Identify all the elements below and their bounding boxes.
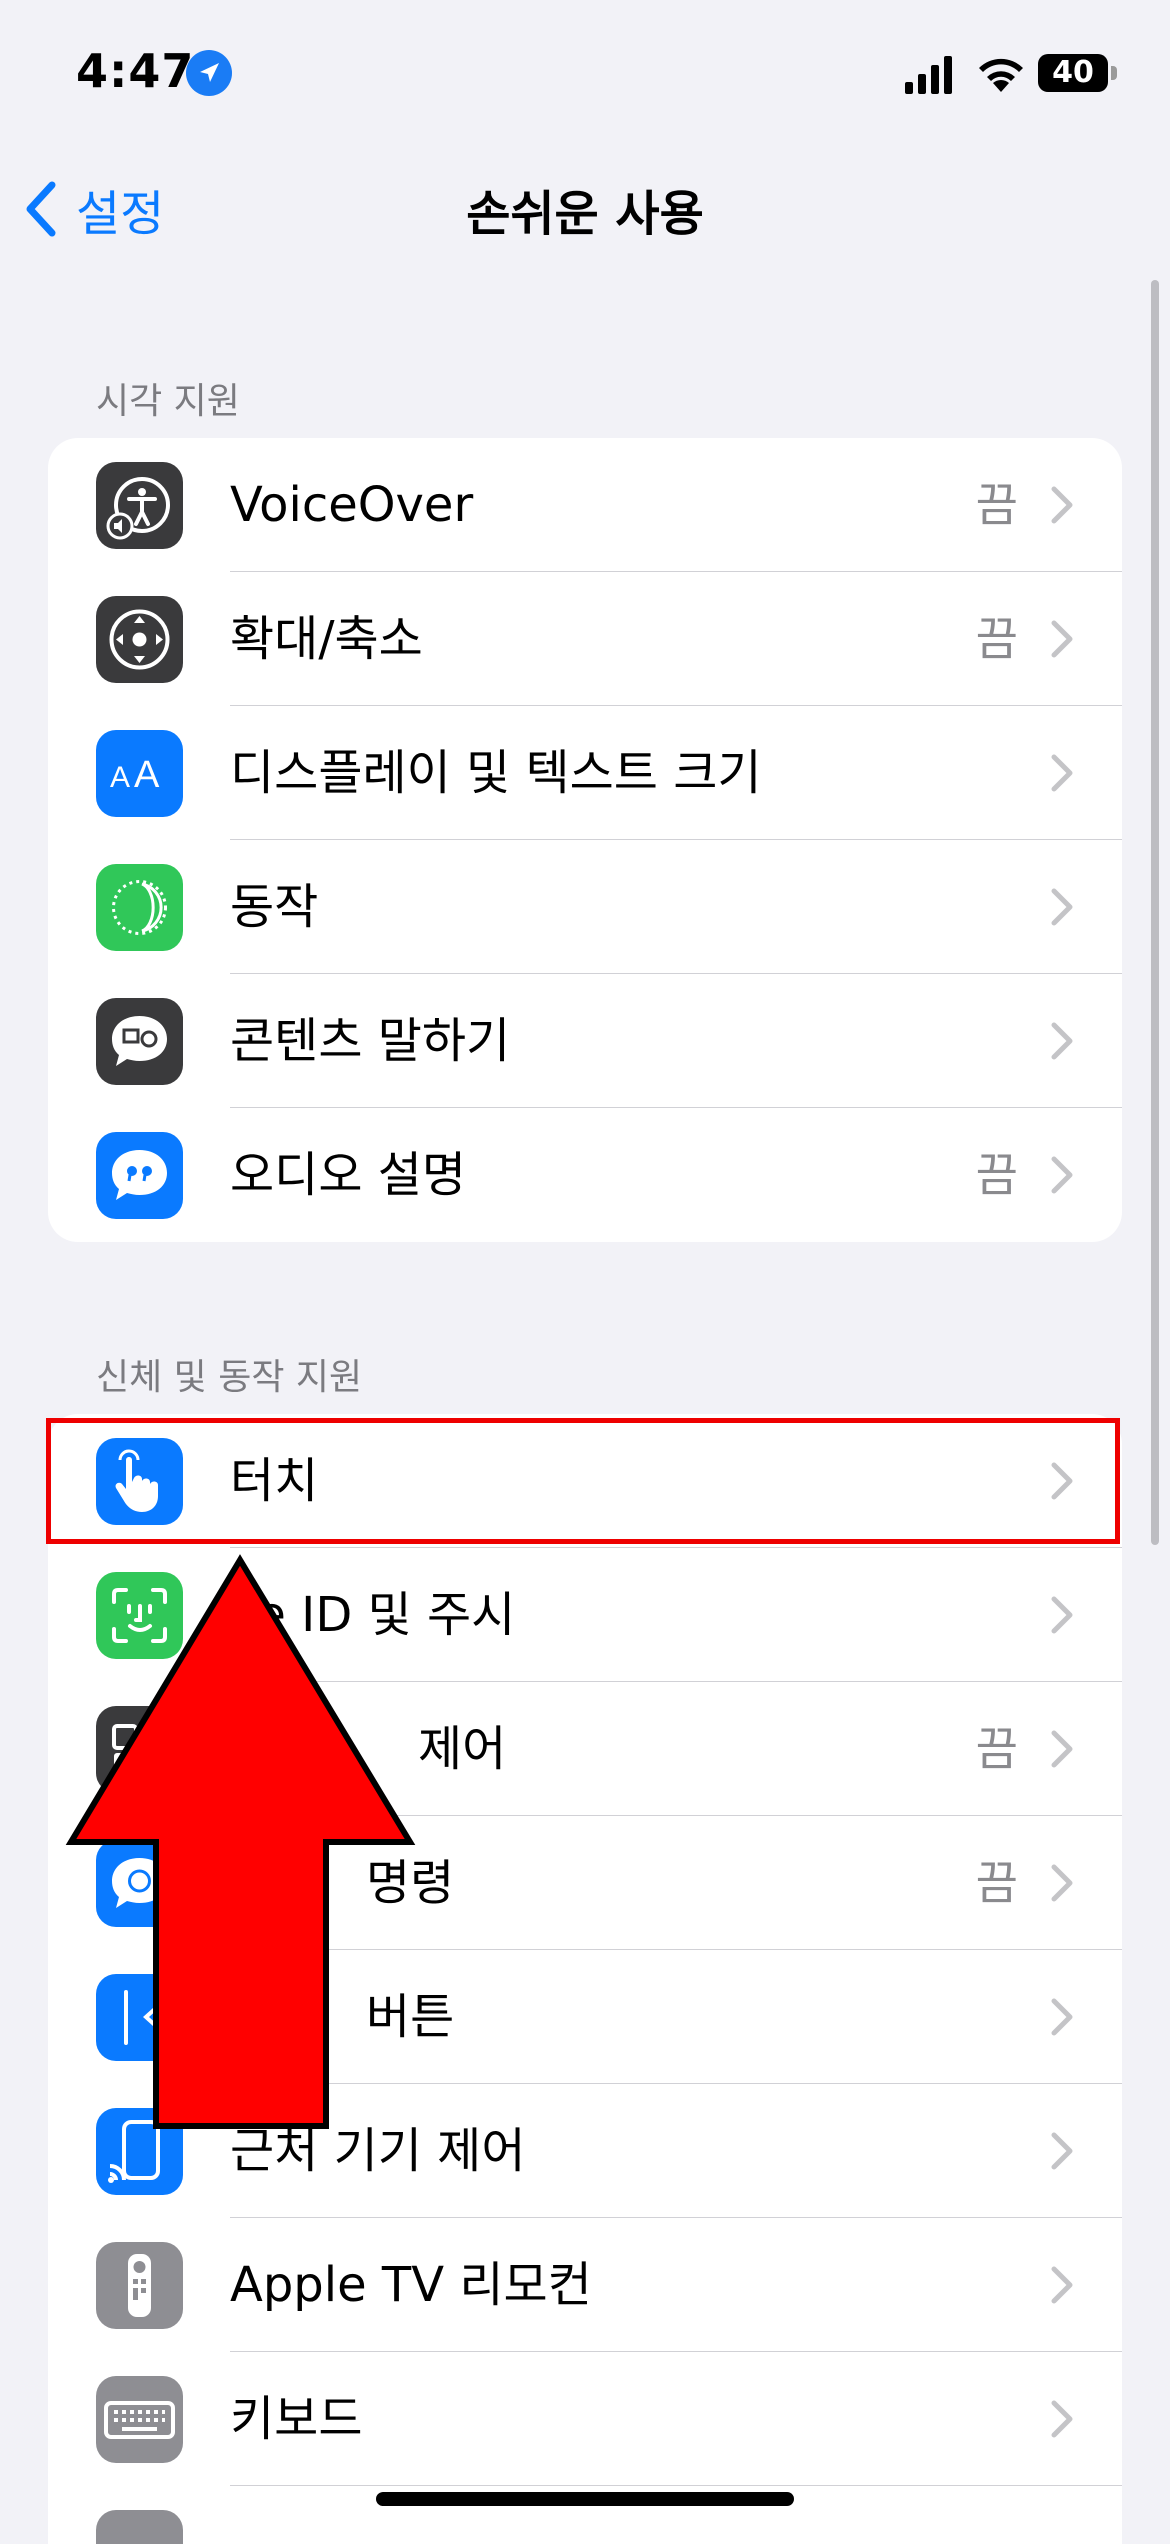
row-keyboard[interactable]: 키보드 (48, 2352, 1122, 2486)
row-value: 끔 (975, 1856, 1018, 1910)
chevron-right-icon (1051, 2132, 1073, 2170)
chevron-right-icon (1051, 1022, 1073, 1060)
home-indicator[interactable] (376, 2492, 794, 2506)
page-title: 손쉬운 사용 (466, 186, 704, 242)
chevron-right-icon (1051, 1462, 1073, 1500)
row-value: 끔 (975, 612, 1018, 666)
motion-icon (96, 864, 183, 951)
status-bar: 4:47 40 (0, 0, 1170, 150)
row-side-button[interactable]: 버튼 (48, 1950, 1122, 2084)
row-apple-tv-remote[interactable]: Apple TV 리모컨 (48, 2218, 1122, 2352)
row-voice-control[interactable]: 명령 끔 (48, 1816, 1122, 1950)
battery-icon: 40 (1038, 54, 1108, 92)
wifi-icon (979, 58, 1023, 92)
audio-description-icon (96, 1132, 183, 1219)
section-header-vision: 시각 지원 (96, 381, 240, 422)
row-label: 명령 (366, 1855, 455, 1911)
side-button-icon (96, 1974, 183, 2061)
row-label: 터치 (230, 1453, 319, 1509)
spoken-content-icon (96, 998, 183, 1085)
settings-group-vision: VoiceOver 끔 확대/축소 끔 A A 디스플레이 및 텍스트 크기 동… (48, 438, 1122, 1242)
navigation-bar: 설정 손쉬운 사용 (0, 150, 1170, 270)
row-label: Apple TV 리모컨 (230, 2257, 592, 2313)
row-label: 키보드 (230, 2391, 363, 2447)
row-label: 디스플레이 및 텍스트 크기 (230, 745, 762, 801)
row-label: ce ID 및 주시 (230, 1587, 516, 1643)
row-label: VoiceOver (230, 477, 474, 533)
row-switch-control[interactable]: 제어 끔 (48, 1682, 1122, 1816)
row-value: 끔 (975, 1148, 1018, 1202)
row-label: 동작 (230, 879, 319, 935)
row-label: 오디오 설명 (230, 1147, 467, 1203)
row-label: 확대/축소 (230, 611, 423, 667)
chevron-right-icon (1051, 486, 1073, 524)
row-label: 근처 기기 제어 (230, 2123, 526, 2179)
row-audio-description[interactable]: 오디오 설명 끔 (48, 1108, 1122, 1242)
row-label: 버튼 (366, 1989, 455, 2045)
scrollbar[interactable] (1151, 280, 1159, 1545)
row-spoken-content[interactable]: 콘텐츠 말하기 (48, 974, 1122, 1108)
voiceover-icon (96, 462, 183, 549)
row-nearby-device-control[interactable]: 근처 기기 제어 (48, 2084, 1122, 2218)
row-label: 제어 (418, 1721, 507, 1777)
status-time: 4:47 (76, 44, 195, 98)
chevron-right-icon (1051, 2400, 1073, 2438)
chevron-right-icon (1051, 754, 1073, 792)
row-touch[interactable]: 터치 (48, 1414, 1122, 1548)
face-id-icon (96, 1572, 183, 1659)
touch-hand-icon (96, 1438, 183, 1525)
chevron-right-icon (1051, 1596, 1073, 1634)
svg-text:A: A (134, 754, 160, 796)
switch-control-icon (96, 1706, 183, 1793)
text-size-icon: A A (96, 730, 183, 817)
row-value: 끔 (975, 1722, 1018, 1776)
settings-group-physical-motor: 터치 ce ID 및 주시 제어 끔 명령 끔 버튼 근처 기기 제어 Appl… (48, 1414, 1122, 2544)
generic-icon (96, 2510, 183, 2544)
row-display-text-size[interactable]: A A 디스플레이 및 텍스트 크기 (48, 706, 1122, 840)
chevron-right-icon (1051, 888, 1073, 926)
chevron-right-icon (1051, 1730, 1073, 1768)
voice-control-icon (96, 1840, 183, 1927)
chevron-right-icon (1051, 2266, 1073, 2304)
location-arrow-icon (186, 50, 232, 96)
apple-tv-remote-icon (96, 2242, 183, 2329)
row-label: 콘텐츠 말하기 (230, 1013, 511, 1069)
chevron-right-icon (1051, 1998, 1073, 2036)
chevron-right-icon (1051, 1864, 1073, 1902)
chevron-right-icon (1051, 1156, 1073, 1194)
chevron-right-icon (1051, 620, 1073, 658)
svg-text:A: A (110, 761, 130, 794)
row-voiceover[interactable]: VoiceOver 끔 (48, 438, 1122, 572)
row-value: 끔 (975, 478, 1018, 532)
keyboard-icon (96, 2376, 183, 2463)
row-zoom[interactable]: 확대/축소 끔 (48, 572, 1122, 706)
section-header-physical-motor: 신체 및 동작 지원 (96, 1357, 363, 1398)
row-face-id-attention[interactable]: ce ID 및 주시 (48, 1548, 1122, 1682)
nearby-device-icon (96, 2108, 183, 2195)
row-motion[interactable]: 동작 (48, 840, 1122, 974)
battery-cap (1111, 66, 1117, 80)
zoom-icon (96, 596, 183, 683)
cellular-signal-icon (905, 56, 952, 94)
battery-level: 40 (1052, 55, 1094, 90)
